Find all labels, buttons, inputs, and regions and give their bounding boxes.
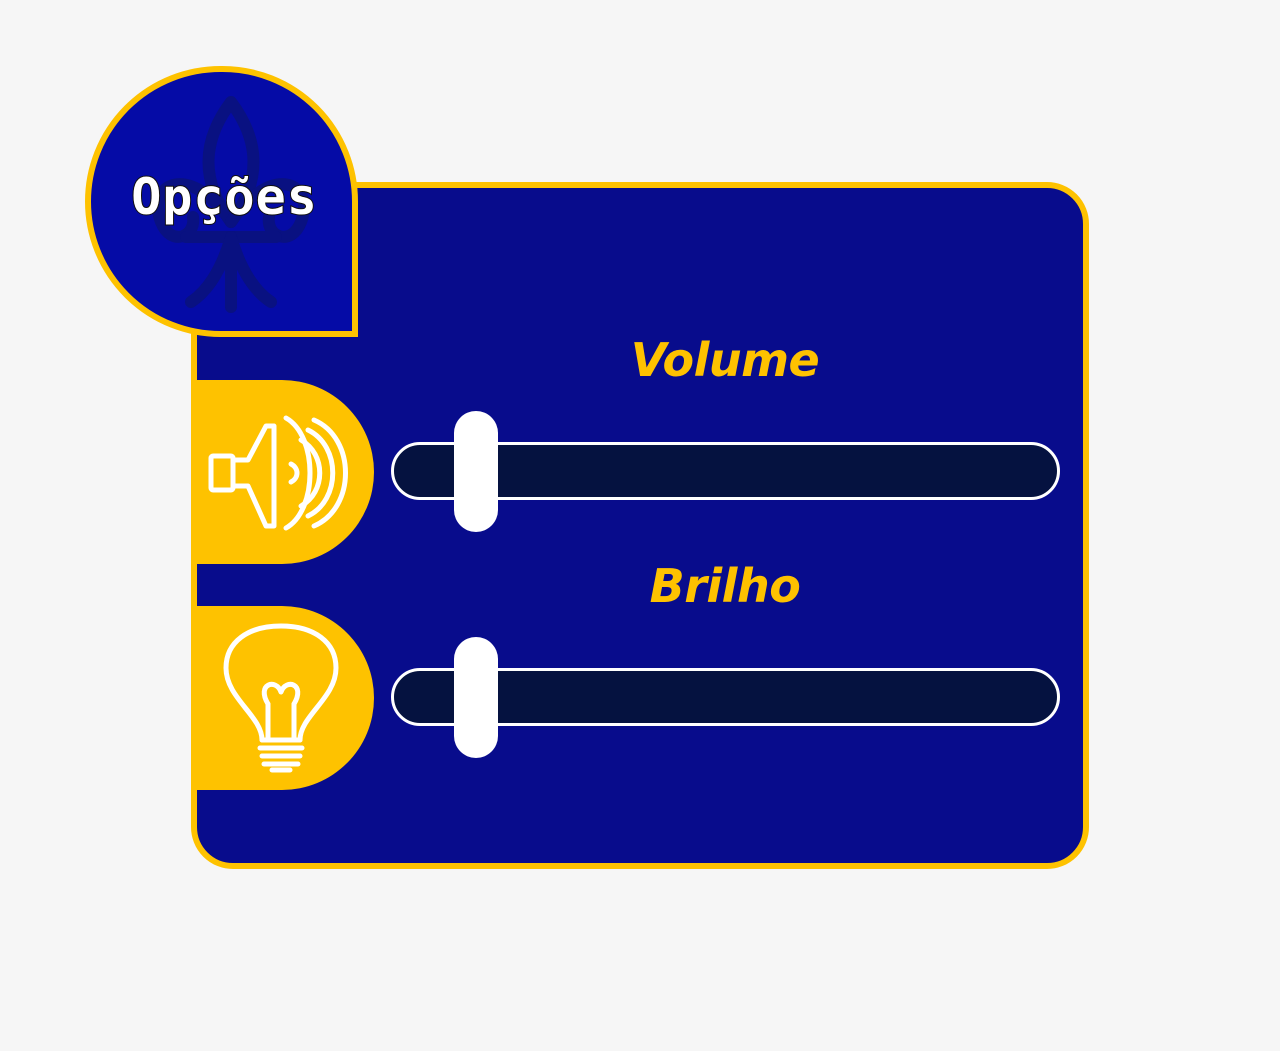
volume-slider[interactable] — [391, 411, 1060, 532]
brightness-slider-thumb[interactable] — [453, 637, 498, 758]
title-badge: Opções — [85, 66, 358, 337]
volume-slider-thumb[interactable] — [453, 411, 498, 532]
volume-icon-tab — [196, 380, 374, 564]
speaker-icon — [208, 415, 348, 531]
brightness-icon-tab — [196, 606, 374, 790]
lightbulb-icon — [223, 623, 339, 773]
volume-label: Volume — [630, 333, 820, 387]
panel-title: Opções — [130, 167, 318, 227]
brightness-slider[interactable] — [391, 637, 1060, 758]
brightness-label: Brilho — [649, 559, 801, 613]
